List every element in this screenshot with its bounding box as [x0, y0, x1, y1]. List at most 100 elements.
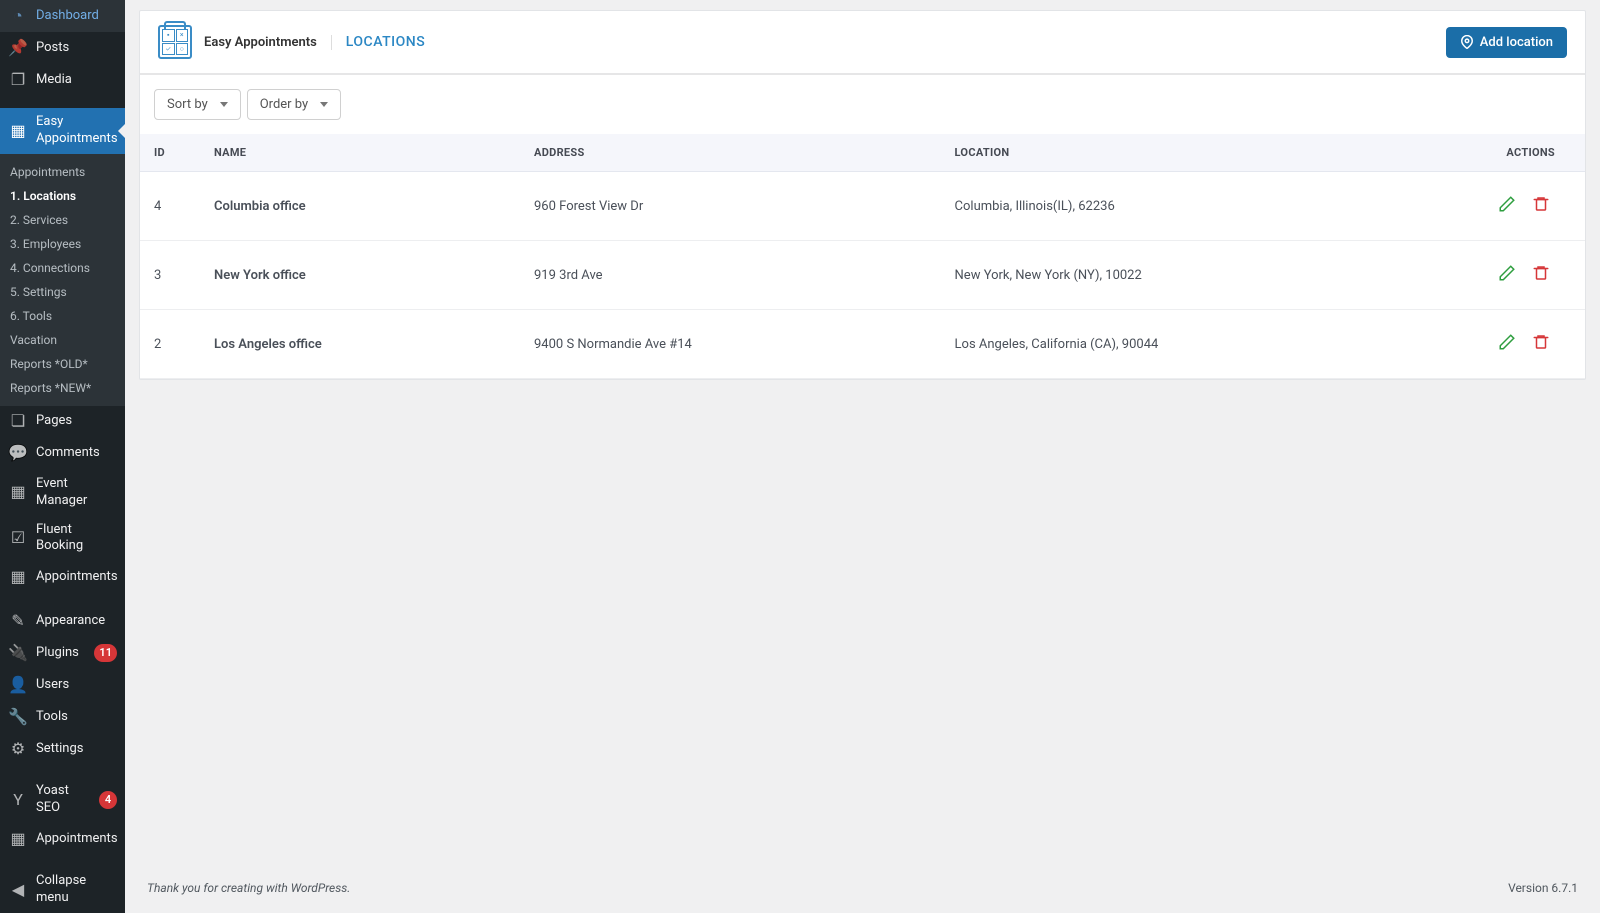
cell-name: New York office — [200, 241, 520, 310]
sidebar-item-label: Settings — [36, 741, 117, 758]
sidebar-item-pages[interactable]: ❏ Pages — [0, 406, 125, 438]
admin-footer: Thank you for creating with WordPress. V… — [139, 863, 1586, 913]
cell-location: Columbia, Illinois(IL), 62236 — [941, 172, 1465, 241]
table-row: 2Los Angeles office9400 S Normandie Ave … — [140, 310, 1585, 379]
submenu-item-reports-old-[interactable]: Reports *OLD* — [0, 352, 125, 376]
sidebar-item-easy-appointments[interactable]: ▦Easy Appointments — [0, 108, 125, 154]
trash-icon — [1532, 264, 1550, 286]
submenu-item-reports-new-[interactable]: Reports *NEW* — [0, 376, 125, 400]
sidebar-item-yoast-seo[interactable]: YYoast SEO4 — [0, 777, 125, 823]
sidebar-item-label: Fluent Booking — [36, 522, 117, 556]
sidebar-item-label: Tools — [36, 709, 117, 726]
update-count-badge: 4 — [99, 791, 117, 809]
sidebar-item-event-manager[interactable]: ▦Event Manager — [0, 470, 125, 516]
sliders-icon: ⚙ — [8, 739, 28, 759]
sidebar-item-label: Pages — [36, 413, 117, 430]
plug-icon: 🔌 — [8, 643, 28, 663]
calendar-icon: ▦ — [8, 121, 28, 141]
sidebar-item-collapse-menu[interactable]: ◀ Collapse menu — [0, 867, 125, 913]
sidebar-item-appearance[interactable]: ✎ Appearance — [0, 605, 125, 637]
trash-icon — [1532, 195, 1550, 217]
submenu-item-4-connections[interactable]: 4. Connections — [0, 256, 125, 280]
sidebar-item-appointments[interactable]: ▦Appointments — [0, 823, 125, 855]
sort-by-label: Sort by — [167, 97, 208, 112]
sidebar-item-settings[interactable]: ⚙ Settings — [0, 733, 125, 765]
sidebar-item-tools[interactable]: 🔧 Tools — [0, 701, 125, 733]
sidebar-item-label: Plugins — [36, 645, 82, 662]
sidebar-item-label: Users — [36, 677, 117, 694]
app-title: Easy Appointments — [204, 35, 332, 50]
edit-button[interactable] — [1493, 261, 1521, 289]
sidebar-item-label: Media — [36, 72, 117, 89]
cell-name: Los Angeles office — [200, 310, 520, 379]
delete-button[interactable] — [1527, 192, 1555, 220]
order-by-label: Order by — [260, 97, 308, 112]
pencil-icon — [1498, 195, 1516, 217]
sidebar-item-appointments[interactable]: ▦Appointments — [0, 561, 125, 593]
col-header-location[interactable]: LOCATION — [941, 134, 1465, 172]
pages-icon: ❏ — [8, 412, 28, 432]
calendar-icon: ▦ — [8, 483, 28, 503]
sidebar-item-label: Collapse menu — [36, 873, 117, 907]
sort-by-dropdown[interactable]: Sort by — [154, 89, 241, 120]
sidebar-item-media[interactable]: ❐ Media — [0, 64, 125, 96]
footer-credit: Thank you for creating with WordPress. — [147, 881, 350, 895]
dashboard-icon: ◔ — [8, 6, 28, 26]
trash-icon — [1532, 333, 1550, 355]
cell-location: New York, New York (NY), 10022 — [941, 241, 1465, 310]
media-icon: ❐ — [8, 70, 28, 90]
cell-address: 960 Forest View Dr — [520, 172, 941, 241]
submenu-item-appointments[interactable]: Appointments — [0, 160, 125, 184]
locations-panel: ▪×✓○ Easy Appointments LOCATIONS Add loc… — [139, 10, 1586, 380]
submenu-item-5-settings[interactable]: 5. Settings — [0, 280, 125, 304]
sidebar-item-fluent-booking[interactable]: ☑ Fluent Booking — [0, 516, 125, 562]
panel-header: ▪×✓○ Easy Appointments LOCATIONS Add loc… — [140, 11, 1585, 75]
pencil-icon — [1498, 333, 1516, 355]
delete-button[interactable] — [1527, 330, 1555, 358]
wrench-icon: 🔧 — [8, 707, 28, 727]
submenu-item-vacation[interactable]: Vacation — [0, 328, 125, 352]
add-location-button[interactable]: Add location — [1446, 27, 1567, 58]
submenu-item-1-locations[interactable]: 1. Locations — [0, 184, 125, 208]
yoast-icon: Y — [8, 790, 28, 810]
sidebar-item-posts[interactable]: 📌 Posts — [0, 32, 125, 64]
sidebar-item-label: Posts — [36, 40, 117, 57]
submenu-item-3-employees[interactable]: 3. Employees — [0, 232, 125, 256]
chevron-down-icon — [320, 102, 328, 107]
sidebar-item-label: Appearance — [36, 613, 117, 630]
table-row: 3New York office919 3rd AveNew York, New… — [140, 241, 1585, 310]
booking-icon: ☑ — [8, 528, 28, 548]
submenu-item-2-services[interactable]: 2. Services — [0, 208, 125, 232]
sidebar-item-label: Comments — [36, 445, 117, 462]
cell-address: 9400 S Normandie Ave #14 — [520, 310, 941, 379]
comments-icon: 💬 — [8, 444, 28, 464]
col-header-name[interactable]: NAME — [200, 134, 520, 172]
delete-button[interactable] — [1527, 261, 1555, 289]
sidebar-item-label: Dashboard — [36, 8, 117, 25]
calendar-icon: ▦ — [8, 829, 28, 849]
table-toolbar: Sort by Order by — [140, 75, 1585, 134]
edit-button[interactable] — [1493, 192, 1521, 220]
pencil-icon — [1498, 264, 1516, 286]
location-pin-icon — [1460, 35, 1474, 49]
col-header-address[interactable]: ADDRESS — [520, 134, 941, 172]
sidebar-item-dashboard[interactable]: ◔ Dashboard — [0, 0, 125, 32]
collapse-icon: ◀ — [8, 880, 28, 900]
cell-id: 4 — [140, 172, 200, 241]
add-location-label: Add location — [1480, 35, 1553, 50]
submenu-item-6-tools[interactable]: 6. Tools — [0, 304, 125, 328]
pin-icon: 📌 — [8, 38, 28, 58]
cell-id: 2 — [140, 310, 200, 379]
col-header-id[interactable]: ID — [140, 134, 200, 172]
page-title: LOCATIONS — [346, 34, 425, 50]
app-logo-icon: ▪×✓○ — [158, 25, 192, 59]
edit-button[interactable] — [1493, 330, 1521, 358]
brush-icon: ✎ — [8, 611, 28, 631]
order-by-dropdown[interactable]: Order by — [247, 89, 341, 120]
table-header-row: ID NAME ADDRESS LOCATION ACTIONS — [140, 134, 1585, 172]
sidebar-item-plugins[interactable]: 🔌Plugins11 — [0, 637, 125, 669]
sidebar-item-users[interactable]: 👤Users — [0, 669, 125, 701]
sidebar-submenu: Appointments1. Locations2. Services3. Em… — [0, 154, 125, 406]
chevron-down-icon — [220, 102, 228, 107]
sidebar-item-comments[interactable]: 💬 Comments — [0, 438, 125, 470]
